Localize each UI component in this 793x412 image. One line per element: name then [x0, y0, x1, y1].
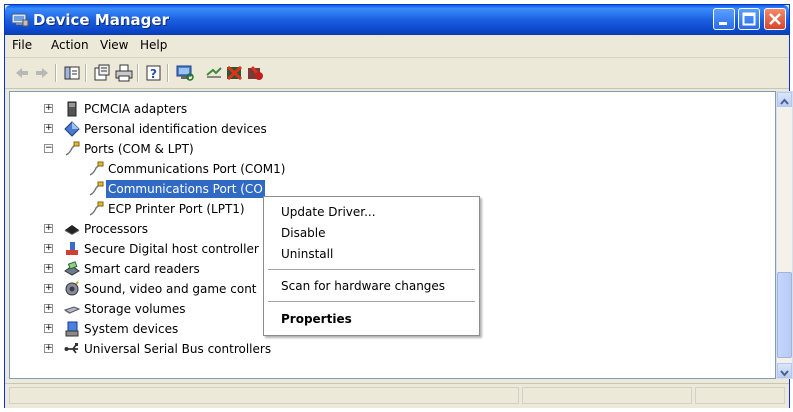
status-panel	[695, 387, 785, 404]
expand-plus-icon[interactable]: +	[44, 124, 53, 133]
back-arrow-icon[interactable]	[13, 64, 31, 82]
expand-plus-icon[interactable]: +	[44, 324, 53, 333]
svg-text:?: ?	[150, 67, 157, 81]
menu-help[interactable]: Help	[140, 38, 167, 52]
tree-item-label: Ports (COM & LPT)	[84, 142, 194, 156]
expand-plus-icon[interactable]: +	[44, 284, 53, 293]
processor-chip-icon	[65, 225, 79, 235]
expand-plus-icon[interactable]: +	[44, 224, 53, 233]
smart-card-reader-icon	[64, 261, 80, 276]
menu-separator	[268, 269, 475, 270]
update-driver-menu-item[interactable]: Update Driver...	[281, 205, 376, 219]
properties-menu-item[interactable]: Properties	[281, 312, 352, 326]
forward-arrow-icon[interactable]	[33, 64, 51, 82]
toolbar: ?	[5, 58, 789, 89]
port-connector-icon	[89, 161, 104, 176]
identification-device-icon	[64, 121, 80, 137]
context-menu: Update Driver... Disable Uninstall Scan …	[263, 196, 480, 336]
show-hide-tree-icon[interactable]	[63, 64, 81, 82]
tree-item-label: Processors	[84, 222, 149, 236]
menu-separator	[268, 301, 475, 302]
scroll-up-arrow-icon	[780, 98, 789, 105]
uninstall-icon[interactable]	[225, 64, 243, 82]
menu-action[interactable]: Action	[51, 38, 89, 52]
properties-icon[interactable]	[93, 64, 111, 82]
title-bar[interactable]: Device Manager	[5, 5, 789, 35]
scan-hardware-icon[interactable]	[176, 64, 194, 82]
window-title: Device Manager	[33, 11, 169, 29]
sd-controller-icon	[66, 242, 78, 255]
maximize-button[interactable]	[738, 8, 760, 30]
toolbar-separator	[85, 64, 86, 82]
scan-hardware-menu-item[interactable]: Scan for hardware changes	[281, 279, 445, 293]
minimize-button[interactable]	[713, 8, 735, 30]
status-panel	[9, 387, 519, 404]
sound-speaker-icon	[65, 281, 79, 296]
tree-item-label: Personal identification devices	[84, 122, 267, 136]
status-bar	[5, 383, 789, 408]
scroll-up-button[interactable]	[777, 92, 792, 107]
print-icon[interactable]	[115, 64, 133, 82]
menu-file[interactable]: File	[12, 38, 32, 52]
port-connector-icon	[65, 141, 80, 156]
uninstall-menu-item[interactable]: Uninstall	[281, 247, 333, 261]
menu-view[interactable]: View	[100, 38, 128, 52]
help-icon[interactable]: ?	[145, 64, 163, 82]
close-button[interactable]	[764, 8, 786, 30]
expand-plus-icon[interactable]: +	[44, 304, 53, 313]
collapse-minus-icon[interactable]: −	[44, 144, 53, 153]
update-driver-icon[interactable]	[205, 64, 223, 82]
toolbar-separator	[167, 64, 168, 82]
tree-item-label: PCMCIA adapters	[84, 102, 188, 116]
tree-item-label: Universal Serial Bus controllers	[84, 342, 272, 356]
toolbar-separator	[137, 64, 138, 82]
scroll-down-arrow-icon	[780, 370, 789, 377]
pcmcia-card-icon	[67, 101, 77, 117]
minimize-icon	[719, 22, 727, 25]
expand-plus-icon[interactable]: +	[44, 344, 53, 353]
tree-item-label: Secure Digital host controller	[84, 242, 259, 256]
system-device-icon	[65, 321, 79, 337]
vertical-scrollbar[interactable]	[776, 91, 793, 379]
close-icon	[769, 13, 781, 25]
tree-item-label: ECP Printer Port (LPT1)	[108, 202, 245, 216]
device-manager-icon	[11, 13, 29, 27]
tree-item-label: Communications Port (COM1)	[108, 162, 286, 176]
maximize-icon	[742, 12, 756, 26]
expand-plus-icon[interactable]: +	[44, 104, 53, 113]
tree-item-label: System devices	[84, 322, 179, 336]
port-connector-icon	[89, 181, 104, 196]
toolbar-separator	[55, 64, 56, 82]
storage-volume-icon	[64, 306, 80, 314]
tree-item-label: Storage volumes	[84, 302, 186, 316]
tree-item-label: Communications Port (CO	[105, 179, 266, 199]
menu-bar: File Action View Help	[5, 35, 789, 58]
expand-plus-icon[interactable]: +	[44, 264, 53, 273]
disable-menu-item[interactable]: Disable	[281, 226, 326, 240]
status-panel	[522, 387, 692, 404]
scroll-thumb[interactable]	[777, 272, 792, 358]
tree-item-label: Smart card readers	[84, 262, 200, 276]
scroll-down-button[interactable]	[777, 363, 792, 378]
usb-controller-icon	[64, 343, 78, 354]
disable-icon[interactable]	[246, 64, 264, 82]
expand-plus-icon[interactable]: +	[44, 244, 53, 253]
tree-item-label: Sound, video and game cont	[84, 282, 257, 296]
port-connector-icon	[89, 201, 104, 216]
